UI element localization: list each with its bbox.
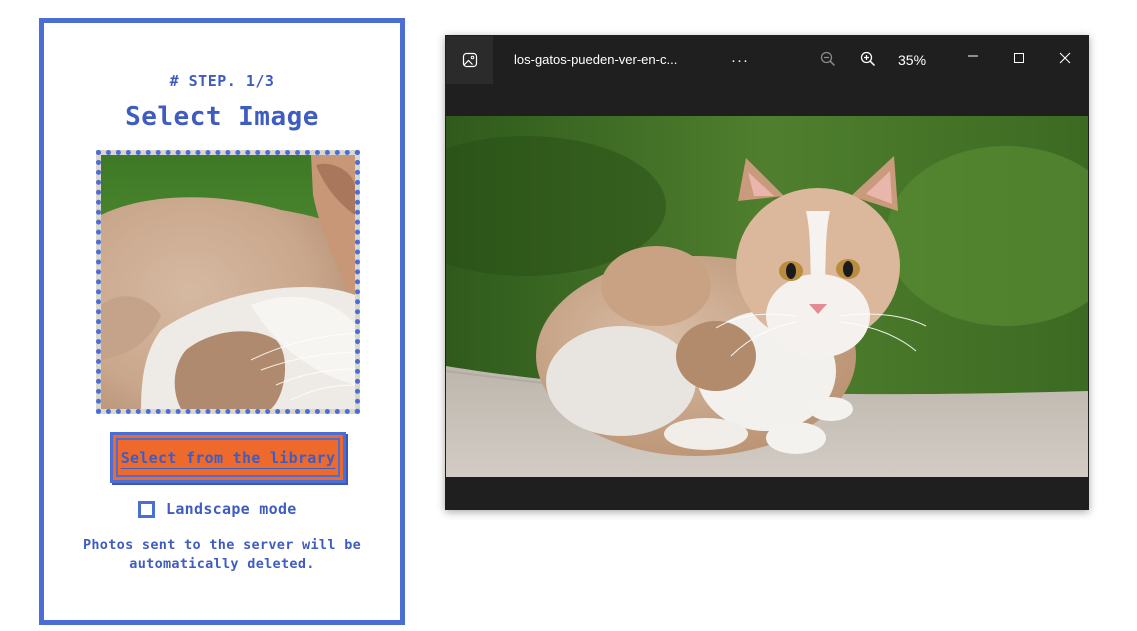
landscape-mode-label: Landscape mode: [166, 500, 297, 518]
cat-closeup-image: [101, 155, 355, 409]
photos-app-button[interactable]: [446, 36, 493, 84]
landscape-mode-toggle[interactable]: Landscape mode: [138, 500, 297, 518]
maximize-button[interactable]: [1004, 43, 1034, 73]
close-icon: [1059, 52, 1071, 64]
image-selection-panel: # STEP. 1/3 Select Image Select from the…: [39, 18, 405, 625]
select-from-library-label: Select from the library: [120, 448, 336, 467]
step-indicator: # STEP. 1/3: [169, 72, 275, 90]
close-button[interactable]: [1050, 43, 1080, 73]
zoom-out-icon[interactable]: [820, 51, 836, 67]
minimize-button[interactable]: [958, 43, 988, 73]
file-name: los-gatos-pueden-ver-en-c...: [514, 52, 678, 67]
maximize-icon: [1014, 53, 1024, 63]
more-options-button[interactable]: ···: [727, 45, 753, 75]
displayed-photo[interactable]: [446, 116, 1088, 477]
deletion-notice: Photos sent to the server will be automa…: [82, 537, 362, 572]
image-preview[interactable]: [96, 150, 360, 414]
zoom-level: 35%: [898, 52, 927, 68]
photo-viewer-window: los-gatos-pueden-ver-en-c... ··· 35%: [445, 35, 1089, 510]
zoom-in-icon[interactable]: [860, 51, 876, 67]
select-from-library-button[interactable]: Select from the library: [110, 432, 346, 483]
page-title: Select Image: [125, 102, 319, 132]
landscape-mode-checkbox[interactable]: [138, 500, 155, 518]
photos-app-icon: [462, 52, 477, 68]
minimize-icon: [968, 55, 978, 57]
kitten-photo: [446, 116, 1088, 477]
